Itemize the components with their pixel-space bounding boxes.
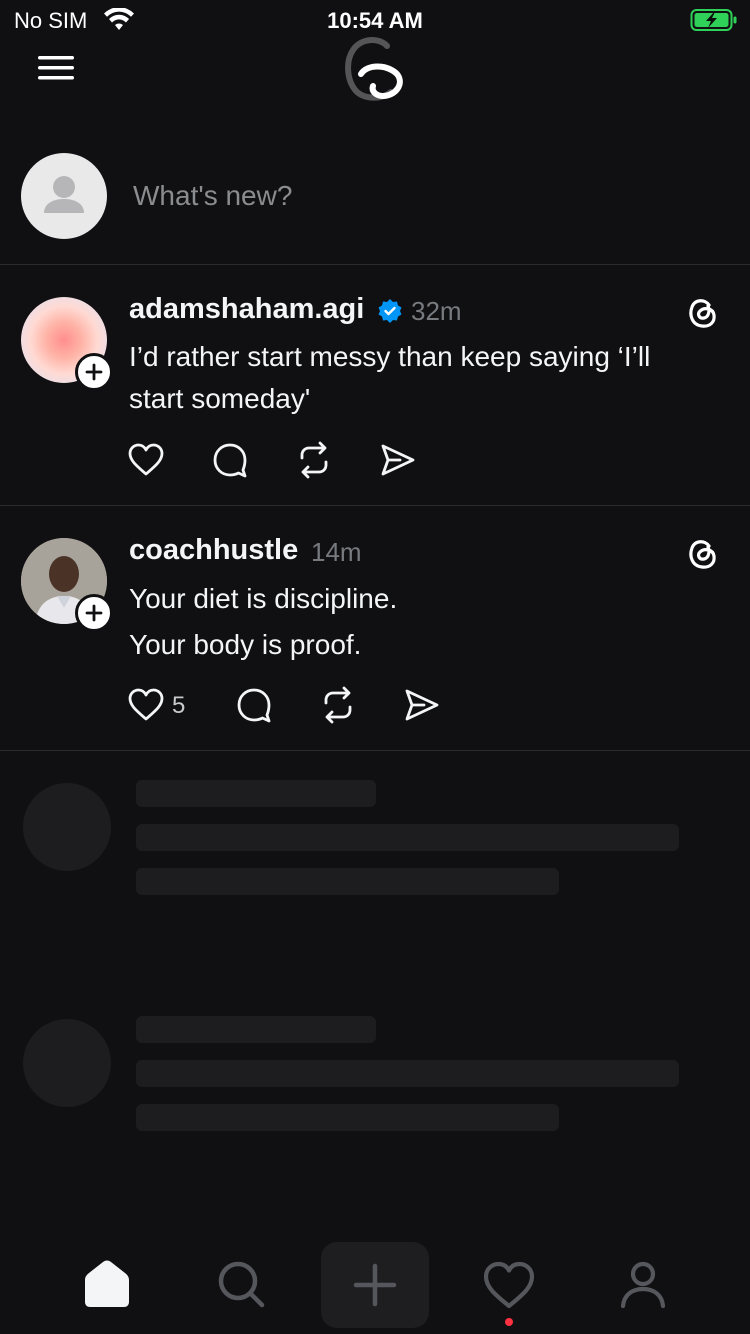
loading-line-placeholder [136,868,559,895]
loading-avatar-placeholder [23,1019,111,1107]
post[interactable]: adamshaham.agi 32m I’d rather start mess… [0,265,750,505]
plus-icon [85,604,103,622]
comment-icon[interactable] [234,685,274,725]
post-text: I’d rather start messy than keep saying … [129,336,729,420]
post-text-line: I’d rather start messy than keep saying … [129,341,651,372]
post-text-line: start someday' [129,383,311,414]
composer[interactable]: What's new? [0,140,750,264]
follow-button[interactable] [75,594,113,632]
notification-dot [505,1318,513,1326]
user-placeholder-icon [44,176,84,213]
post-text-line: Your body is proof. [129,629,362,660]
comment-icon[interactable] [210,440,250,480]
loading-line-placeholder [136,1104,559,1131]
post-text-line: Your diet is discipline. [129,583,398,614]
repost-icon[interactable] [318,685,358,725]
post-time: 32m [411,296,462,326]
loading-line-placeholder [136,1060,679,1087]
like-count[interactable]: 5 [172,692,185,720]
post-time: 14m [311,537,362,567]
threads-logo-icon[interactable] [343,34,407,102]
post-text: Your diet is discipline. Your body is pr… [129,576,729,668]
share-send-icon[interactable] [378,440,418,480]
threads-icon[interactable] [682,533,722,573]
follow-button[interactable] [75,353,113,391]
loading-line-placeholder [136,1016,376,1043]
avatar[interactable] [21,153,107,239]
composer-placeholder[interactable]: What's new? [133,180,292,212]
loading-line-placeholder [136,780,376,807]
profile-icon[interactable] [611,1252,675,1316]
loading-line-placeholder [136,824,679,851]
divider [0,750,750,751]
menu-icon[interactable] [36,52,76,84]
battery-charging-icon [690,9,737,31]
like-heart-icon[interactable] [126,685,166,725]
compose-plus-icon [353,1263,397,1307]
username[interactable]: adamshaham.agi [129,293,364,326]
threads-icon[interactable] [682,292,722,332]
home-icon[interactable] [75,1252,139,1316]
share-send-icon[interactable] [402,685,442,725]
search-icon[interactable] [209,1252,273,1316]
plus-icon [85,363,103,381]
username[interactable]: coachhustle [129,534,298,567]
loading-avatar-placeholder [23,783,111,871]
like-heart-icon[interactable] [126,440,166,480]
post[interactable]: coachhustle 14m Your diet is discipline.… [0,506,750,750]
activity-heart-icon[interactable] [477,1252,541,1316]
status-time: 10:54 AM [327,8,423,33]
verified-badge-icon [378,299,402,323]
compose-button[interactable] [321,1242,429,1328]
repost-icon[interactable] [294,440,334,480]
